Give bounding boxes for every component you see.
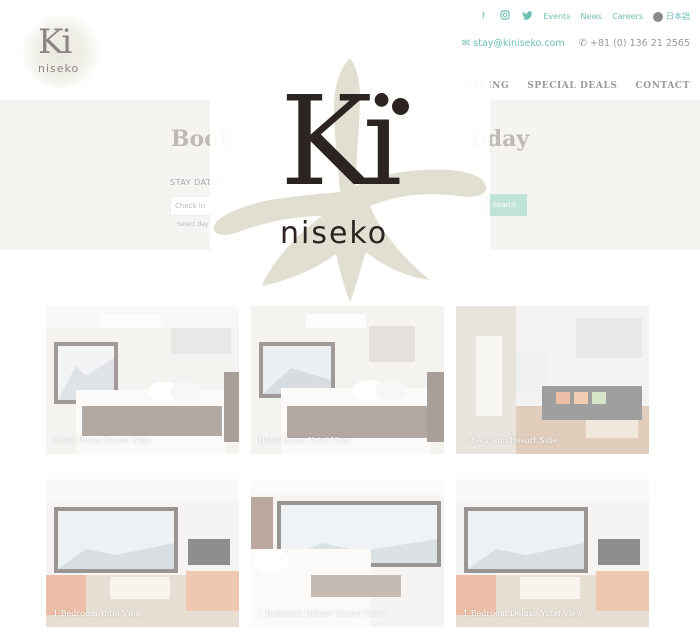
photo-wash: [456, 479, 649, 627]
room-card-hotel-resort-side[interactable]: Hotel Room Resort Side: [46, 306, 239, 454]
globe-icon: [653, 11, 663, 22]
top-utility-bar: f Events News Careers 日本語: [477, 10, 690, 23]
language-label: 日本語: [666, 12, 690, 21]
site-logo[interactable]: Ki niseko: [16, 8, 104, 88]
email-link[interactable]: stay@kiniseko.com: [473, 38, 564, 49]
photo-wash: [456, 306, 649, 454]
logo-dot: [392, 98, 409, 115]
room-card-1br-resort-side[interactable]: 1 Bedroom Resort Side: [456, 306, 649, 454]
phone-icon: ✆: [578, 38, 588, 49]
room-card-1br-deluxe-yotei-view[interactable]: 1 Bedroom Deluxe Yotei View: [456, 479, 649, 627]
splash-logo-overlay: Ki niseko: [210, 56, 490, 302]
news-link[interactable]: News: [580, 12, 602, 21]
phone-contact[interactable]: ✆ +81 (0) 136 21 2565: [579, 38, 690, 49]
photo-wash: [46, 479, 239, 627]
room-label: 1 Bedroom Deluxe Resort View: [258, 609, 385, 618]
main-nav: DINING SPECIAL DEALS CONTACT: [465, 81, 690, 91]
splash-logo-niseko: niseko: [280, 216, 389, 251]
room-card-1br-yotei-view[interactable]: 1 Bedroom Yotei View: [46, 479, 239, 627]
envelope-icon: ✉: [461, 38, 471, 49]
phone-number: +81 (0) 136 21 2565: [590, 38, 690, 49]
room-label: 1 Bedroom Deluxe Yotei View: [463, 609, 583, 618]
room-label: 1 Bedroom Resort Side: [463, 436, 558, 445]
nav-item-special-deals[interactable]: SPECIAL DEALS: [527, 81, 617, 91]
events-link[interactable]: Events: [543, 12, 570, 21]
photo-wash: [251, 479, 444, 627]
photo-wash: [251, 306, 444, 454]
photo-wash: [46, 306, 239, 454]
contact-bar: ✉ stay@kiniseko.com ✆ +81 (0) 136 21 2565: [462, 38, 690, 49]
logo-ki-text: Ki: [38, 22, 72, 62]
nav-item-contact[interactable]: CONTACT: [636, 81, 690, 91]
select-day-hint: Select day: [177, 221, 209, 228]
facebook-icon[interactable]: f: [477, 12, 489, 22]
room-label: Hotel Room Yotei View: [258, 436, 351, 445]
instagram-icon[interactable]: [499, 10, 511, 23]
splash-logo-ki: Ki: [280, 70, 402, 214]
room-card-hotel-yotei-view[interactable]: Hotel Room Yotei View: [251, 306, 444, 454]
language-switch[interactable]: 日本語: [653, 11, 690, 22]
logo-niseko-text: niseko: [38, 62, 80, 75]
careers-link[interactable]: Careers: [612, 12, 643, 21]
room-label: Hotel Room Resort Side: [53, 436, 151, 445]
room-label: 1 Bedroom Yotei View: [53, 609, 143, 618]
email-contact[interactable]: ✉ stay@kiniseko.com: [462, 38, 565, 49]
room-card-1br-deluxe-resort-view[interactable]: 1 Bedroom Deluxe Resort View: [251, 479, 444, 627]
twitter-icon[interactable]: [521, 10, 533, 23]
